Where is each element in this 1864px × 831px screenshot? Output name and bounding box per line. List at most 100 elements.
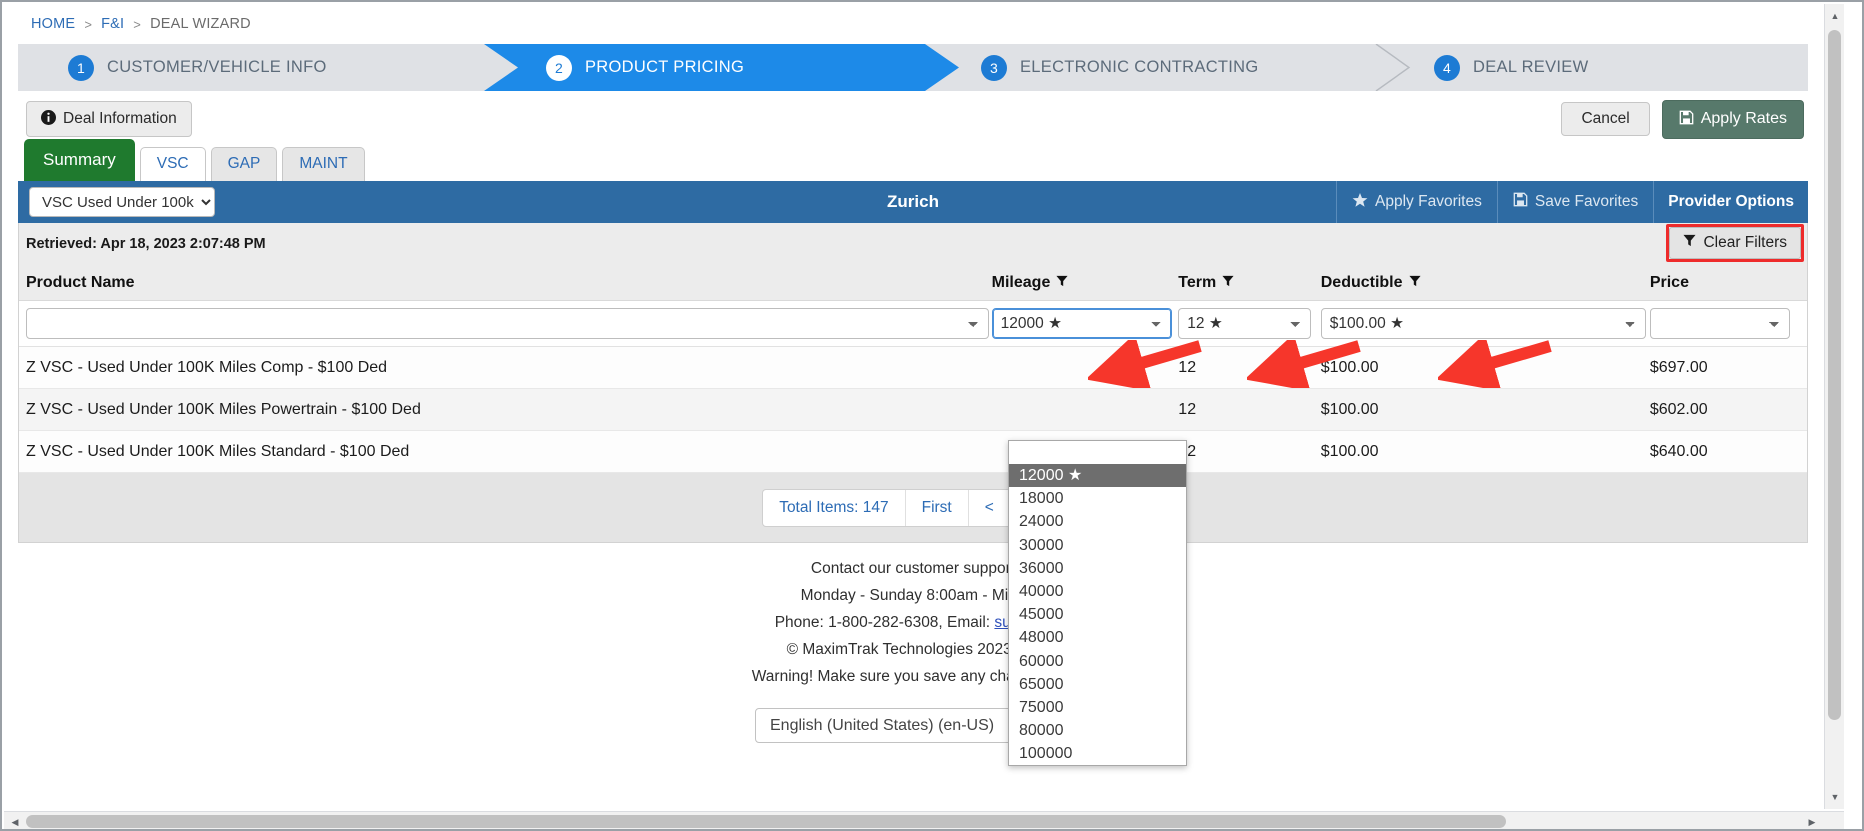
star-icon xyxy=(1352,192,1368,213)
page-content: HOME > F&I > DEAL WIZARD 1 CUSTOMER/VEHI… xyxy=(4,4,1822,809)
cancel-button[interactable]: Cancel xyxy=(1561,102,1650,136)
breadcrumb-separator-1: > xyxy=(84,16,93,32)
vertical-scroll-thumb[interactable] xyxy=(1828,30,1841,720)
wizard-step-1[interactable]: 1 CUSTOMER/VEHICLE INFO xyxy=(40,44,480,91)
cell-deductible: $100.00 xyxy=(1320,358,1379,376)
table-row[interactable]: Z VSC - Used Under 100K Miles Comp - $10… xyxy=(19,347,1807,389)
wizard-step-2[interactable]: 2 PRODUCT PRICING xyxy=(518,44,918,91)
mileage-option[interactable] xyxy=(1009,441,1186,464)
scroll-right-arrow[interactable]: ▶ xyxy=(1802,812,1822,829)
wizard-steps: 1 CUSTOMER/VEHICLE INFO 2 PRODUCT PRICIN… xyxy=(18,44,1808,91)
wizard-step-4-number: 4 xyxy=(1434,54,1460,81)
wizard-step-4-label: DEAL REVIEW xyxy=(1473,58,1589,76)
provider-options-label: Provider Options xyxy=(1668,193,1794,210)
provider-options-button[interactable]: Provider Options xyxy=(1653,181,1808,223)
save-floppy-icon xyxy=(1513,192,1528,212)
cell-term: 12 xyxy=(1178,442,1197,460)
footer-line-2: Monday - Sunday 8:00am - Midn xyxy=(800,587,1026,604)
tab-maint[interactable]: MAINT xyxy=(282,147,365,181)
filter-cell-term: 12 ★ xyxy=(1178,308,1320,339)
clear-filters-button[interactable]: Clear Filters xyxy=(1669,227,1801,259)
cell-term: 12 xyxy=(1178,358,1197,376)
product-name-filter-select[interactable] xyxy=(26,308,989,339)
column-header-mileage[interactable]: Mileage xyxy=(992,274,1179,292)
plan-select[interactable]: VSC Used Under 100k xyxy=(29,187,215,217)
mileage-filter-select[interactable]: 12000 ★ xyxy=(991,308,1172,339)
breadcrumb-fi[interactable]: F&I xyxy=(101,16,124,32)
mileage-option[interactable]: 80000 xyxy=(1009,719,1186,742)
cell-price: $602.00 xyxy=(1649,400,1708,418)
tab-gap[interactable]: GAP xyxy=(210,147,278,181)
mileage-dropdown-list[interactable]: 12000 ★ 18000 24000 30000 36000 40000 45… xyxy=(1008,440,1187,767)
apply-rates-button[interactable]: Apply Rates xyxy=(1661,99,1804,139)
cell-price: $697.00 xyxy=(1649,358,1708,376)
breadcrumb-current: DEAL WIZARD xyxy=(150,16,251,32)
cancel-label: Cancel xyxy=(1581,110,1630,128)
footer-line-1: Contact our customer support xyxy=(810,560,1016,577)
browser-viewport: HOME > F&I > DEAL WIZARD 1 CUSTOMER/VEHI… xyxy=(0,0,1864,831)
footer-warning: Warning! Make sure you save any changes … xyxy=(751,668,1075,685)
mileage-option[interactable]: 36000 xyxy=(1009,557,1186,580)
mileage-option[interactable]: 100000 xyxy=(1009,742,1186,765)
pagination-first-button[interactable]: First xyxy=(906,489,969,526)
footer-phone-text: Phone: 1-800-282-6308, Email: xyxy=(774,614,995,631)
horizontal-scroll-thumb[interactable] xyxy=(26,815,1506,828)
language-selector-wrap: English (United States) (en-US) xyxy=(4,708,1822,743)
column-header-mileage-label: Mileage xyxy=(991,273,1051,291)
mileage-option[interactable]: 12000 ★ xyxy=(1009,464,1186,488)
save-floppy-icon xyxy=(1679,110,1694,129)
wizard-step-4[interactable]: 4 DEAL REVIEW xyxy=(1406,44,1786,91)
tab-gap-label: GAP xyxy=(227,155,261,173)
deal-information-button[interactable]: Deal Information xyxy=(26,100,192,138)
term-filter-select[interactable]: 12 ★ xyxy=(1178,308,1312,339)
mileage-option[interactable]: 75000 xyxy=(1009,696,1186,719)
pagination-prev-button[interactable]: < xyxy=(969,489,1011,526)
wizard-step-1-label: CUSTOMER/VEHICLE INFO xyxy=(107,58,327,76)
tab-summary-label: Summary xyxy=(43,149,116,169)
scroll-left-arrow[interactable]: ◀ xyxy=(5,812,25,829)
table-row[interactable]: Z VSC - Used Under 100K Miles Powertrain… xyxy=(19,389,1807,431)
column-header-product-name[interactable]: Product Name xyxy=(19,274,992,292)
column-header-product-name-label: Product Name xyxy=(26,273,135,291)
column-header-deductible[interactable]: Deductible xyxy=(1321,274,1650,292)
mileage-option[interactable]: 65000 xyxy=(1009,673,1186,696)
filter-cell-product-name xyxy=(19,308,992,339)
scroll-up-arrow[interactable]: ▲ xyxy=(1825,6,1844,26)
info-circle-icon xyxy=(41,109,56,129)
toolbar-right-buttons: Cancel Apply Rates xyxy=(1561,99,1804,139)
breadcrumb-home[interactable]: HOME xyxy=(31,16,75,32)
total-items-label: Total Items: 147 xyxy=(763,489,906,526)
funnel-icon xyxy=(1683,234,1696,252)
scroll-down-arrow[interactable]: ▼ xyxy=(1825,787,1844,807)
mileage-option[interactable]: 24000 xyxy=(1009,510,1186,533)
term-filter-icon[interactable] xyxy=(1222,275,1234,290)
mileage-option[interactable]: 18000 xyxy=(1009,487,1186,510)
footer-copyright: © MaximTrak Technologies 2023 Rig xyxy=(786,641,1040,658)
column-header-term[interactable]: Term xyxy=(1178,274,1320,292)
mileage-option[interactable]: 40000 xyxy=(1009,580,1186,603)
save-favorites-button[interactable]: Save Favorites xyxy=(1496,181,1653,223)
apply-favorites-button[interactable]: Apply Favorites xyxy=(1336,181,1497,223)
mileage-option[interactable]: 45000 xyxy=(1009,603,1186,626)
wizard-step-3-label: ELECTRONIC CONTRACTING xyxy=(1020,58,1259,76)
tab-summary[interactable]: Summary xyxy=(24,138,135,181)
apply-favorites-label: Apply Favorites xyxy=(1375,193,1482,210)
column-header-price[interactable]: Price xyxy=(1650,274,1807,292)
table-row[interactable]: Z VSC - Used Under 100K Miles Standard -… xyxy=(19,431,1807,473)
price-filter-select[interactable] xyxy=(1649,308,1790,339)
tab-vsc[interactable]: VSC xyxy=(139,147,206,181)
grid-header-row: Product Name Mileage Term Deductible Pri… xyxy=(19,265,1807,301)
rates-grid: Product Name Mileage Term Deductible Pri… xyxy=(18,265,1808,543)
grid-filter-row: 12000 ★ 12 ★ $100.00 ★ xyxy=(19,301,1807,347)
tab-vsc-label: VSC xyxy=(156,155,189,173)
breadcrumb: HOME > F&I > DEAL WIZARD xyxy=(4,4,1822,44)
mileage-option[interactable]: 48000 xyxy=(1009,626,1186,649)
vertical-scrollbar[interactable]: ▲ ▼ xyxy=(1824,4,1844,809)
deductible-filter-icon[interactable] xyxy=(1408,275,1421,290)
mileage-option[interactable]: 30000 xyxy=(1009,534,1186,557)
horizontal-scrollbar[interactable]: ◀ ▶ xyxy=(4,811,1844,829)
wizard-step-3[interactable]: 3 ELECTRONIC CONTRACTING xyxy=(953,44,1383,91)
mileage-option[interactable]: 60000 xyxy=(1009,650,1186,673)
deductible-filter-select[interactable]: $100.00 ★ xyxy=(1320,308,1646,339)
mileage-filter-icon[interactable] xyxy=(1056,275,1068,290)
